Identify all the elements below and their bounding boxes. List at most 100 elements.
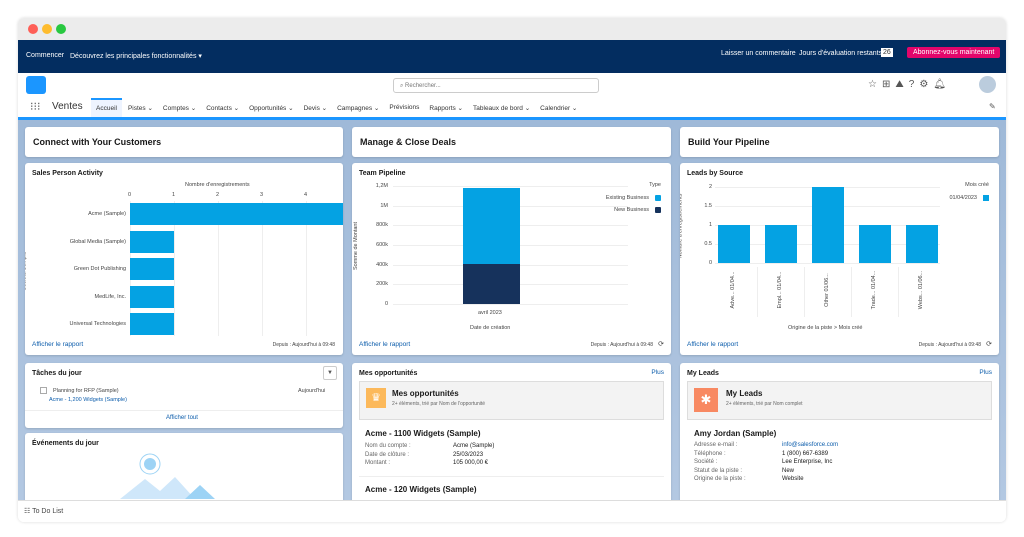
field-label: Société : [694, 459, 718, 465]
field-label: Origine de la piste : [694, 476, 746, 482]
card-title: My Leads [687, 370, 719, 377]
opportunity-name[interactable]: Acme - 1100 Widgets (Sample) [365, 429, 494, 438]
todo-list-label: To Do List [32, 508, 64, 515]
bar-0[interactable] [130, 203, 343, 225]
legend-label: 01/04/2023 [949, 195, 977, 201]
y-tick-label: MedLife, Inc. [94, 293, 127, 300]
y-tick-label: 1.5 [704, 203, 712, 209]
y-tick-label: 1 [708, 222, 712, 228]
bar-1[interactable] [130, 230, 174, 253]
edit-nav-icon[interactable]: ✎ [989, 102, 996, 111]
crown-icon: ♛ [366, 388, 386, 408]
minimize-window-button[interactable] [42, 24, 52, 34]
task-related-link[interactable]: Acme - 1,200 Widgets (Sample) [49, 397, 127, 403]
task-subject[interactable]: Planning for RFP (Sample) [53, 388, 119, 394]
y-tick-label: 800k [376, 222, 388, 229]
nav-item-9[interactable]: Tableaux de bord ⌄ [473, 104, 530, 112]
nav-item-4[interactable]: Opportunités ⌄ [249, 104, 293, 112]
feedback-link[interactable]: Laisser un commentaire [721, 50, 796, 57]
trial-days-label: Jours d'évaluation restants [799, 50, 883, 57]
field-value[interactable]: info@salesforce.com [782, 441, 838, 450]
legend-swatch [655, 195, 661, 201]
nav-item-5[interactable]: Devis ⌄ [304, 104, 328, 112]
title-bar [18, 18, 1006, 40]
view-report-link[interactable]: Afficher le rapport [32, 341, 83, 348]
task-checkbox[interactable] [40, 387, 47, 394]
field-row: Montant : 105 000,00 € [365, 459, 494, 468]
bar-0[interactable] [718, 225, 750, 263]
view-report-link[interactable]: Afficher le rapport [687, 341, 738, 348]
category-divider [851, 267, 852, 317]
my-leads-card: My Leads Plus ✱ My Leads 2+ éléments, tr… [680, 363, 999, 522]
nav-item-6[interactable]: Campagnes ⌄ [337, 104, 379, 112]
nav-bar: Accueil Pistes ⌄ Comptes ⌄ Contacts ⌄ Opport… [91, 97, 587, 118]
field-value: 25/03/2023 [453, 451, 484, 458]
add-icon[interactable]: ⊞ [882, 79, 895, 90]
view-report-link[interactable]: Afficher le rapport [359, 341, 410, 348]
team-pipeline-card: Team Pipeline Afficher le rapport Depuis :… [352, 163, 671, 355]
nav-item-8[interactable]: Rapports ⌄ [429, 104, 463, 112]
more-link[interactable]: Plus [651, 369, 664, 376]
x-axis-title: Date de création [470, 325, 511, 331]
close-window-button[interactable] [28, 24, 38, 34]
y-axis-title: Nombre d'enregistrements [680, 193, 684, 259]
todo-list-button[interactable]: ☷ To Do List [24, 507, 63, 515]
field-row: Origine de la piste : Website [694, 475, 838, 484]
help-icon[interactable]: ? [909, 79, 920, 90]
lead-name[interactable]: Amy Jordan (Sample) [694, 429, 838, 438]
legend-label: Existing Business [605, 195, 649, 201]
bar-4[interactable] [906, 225, 938, 263]
list-header: ✱ My Leads 2+ éléments, trié par Nom com… [687, 381, 992, 420]
nav-item-0[interactable]: Accueil [91, 97, 122, 118]
bar-3[interactable] [859, 225, 891, 263]
home-content: Connect with Your Customers Manage & Clo… [18, 120, 1006, 522]
favorites-icon[interactable]: ☆ [868, 79, 882, 90]
section-header-manage: Manage & Close Deals [352, 127, 671, 157]
bar-3[interactable] [130, 285, 174, 308]
field-row: Statut de la piste : New [694, 467, 838, 476]
list-item: Amy Jordan (Sample) Adresse e-mail : info… [694, 429, 838, 484]
more-link[interactable]: Plus [979, 369, 992, 376]
x-tick-label: 3 [260, 192, 264, 198]
y-tick-label: Acme (Sample) [88, 211, 126, 217]
app-header: ⌕ Rechercher... ☆⊞⛰?⚙🔔︎ ⁝⁝⁝ Ventes Accue… [18, 73, 1006, 118]
start-link[interactable]: Commencer [26, 52, 64, 59]
bar-2[interactable] [130, 258, 174, 280]
subscribe-button[interactable]: Abonnez-vous maintenant [907, 47, 1001, 58]
search-input[interactable]: ⌕ Rechercher... [393, 78, 599, 93]
bar-1[interactable] [765, 225, 797, 263]
field-row: Téléphone : 1 (800) 667-6389 [694, 450, 838, 459]
bar-2[interactable] [812, 187, 844, 263]
trailhead-icon[interactable]: ⛰ [895, 79, 908, 90]
tasks-menu-button[interactable]: ▼ [323, 366, 337, 380]
bell-icon[interactable]: 🔔︎ [933, 79, 951, 90]
y-tick-label: 0.5 [704, 241, 712, 247]
bar-4[interactable] [130, 313, 174, 335]
refresh-icon[interactable]: ⟳ [658, 340, 664, 348]
bar-new-business[interactable] [463, 263, 520, 304]
field-label: Téléphone : [694, 450, 726, 457]
nav-item-10[interactable]: Calendrier ⌄ [540, 104, 577, 112]
field-value: 1 (800) 667-6389 [782, 450, 829, 457]
field-row: Nom du compte : Acme (Sample) [365, 442, 494, 451]
view-all-tasks-link[interactable]: Afficher tout [166, 415, 198, 421]
nav-item-7[interactable]: Prévisions [389, 104, 419, 111]
app-launcher-icon[interactable]: ⁝⁝⁝ [30, 100, 41, 113]
maximize-window-button[interactable] [56, 24, 66, 34]
category-divider [898, 267, 899, 317]
y-tick-label: 400k [376, 261, 388, 268]
nav-item-1[interactable]: Pistes ⌄ [128, 104, 153, 112]
list-title[interactable]: Mes opportunités [392, 389, 459, 398]
search-placeholder: Rechercher... [405, 83, 441, 89]
gear-icon[interactable]: ⚙ [919, 79, 933, 90]
list-title[interactable]: My Leads [726, 389, 762, 398]
refresh-icon[interactable]: ⟳ [986, 340, 992, 348]
discover-features-menu[interactable]: Découvrez les principales fonctionnalité… [70, 52, 202, 60]
nav-item-3[interactable]: Contacts ⌄ [206, 104, 239, 112]
avatar[interactable] [979, 76, 996, 93]
list-item: Acme - 1100 Widgets (Sample) Nom du comp… [365, 429, 494, 468]
opportunity-name[interactable]: Acme - 120 Widgets (Sample) [365, 485, 477, 494]
field-value: New [782, 467, 795, 474]
bar-existing-business[interactable] [463, 187, 520, 264]
nav-item-2[interactable]: Comptes ⌄ [163, 104, 196, 112]
